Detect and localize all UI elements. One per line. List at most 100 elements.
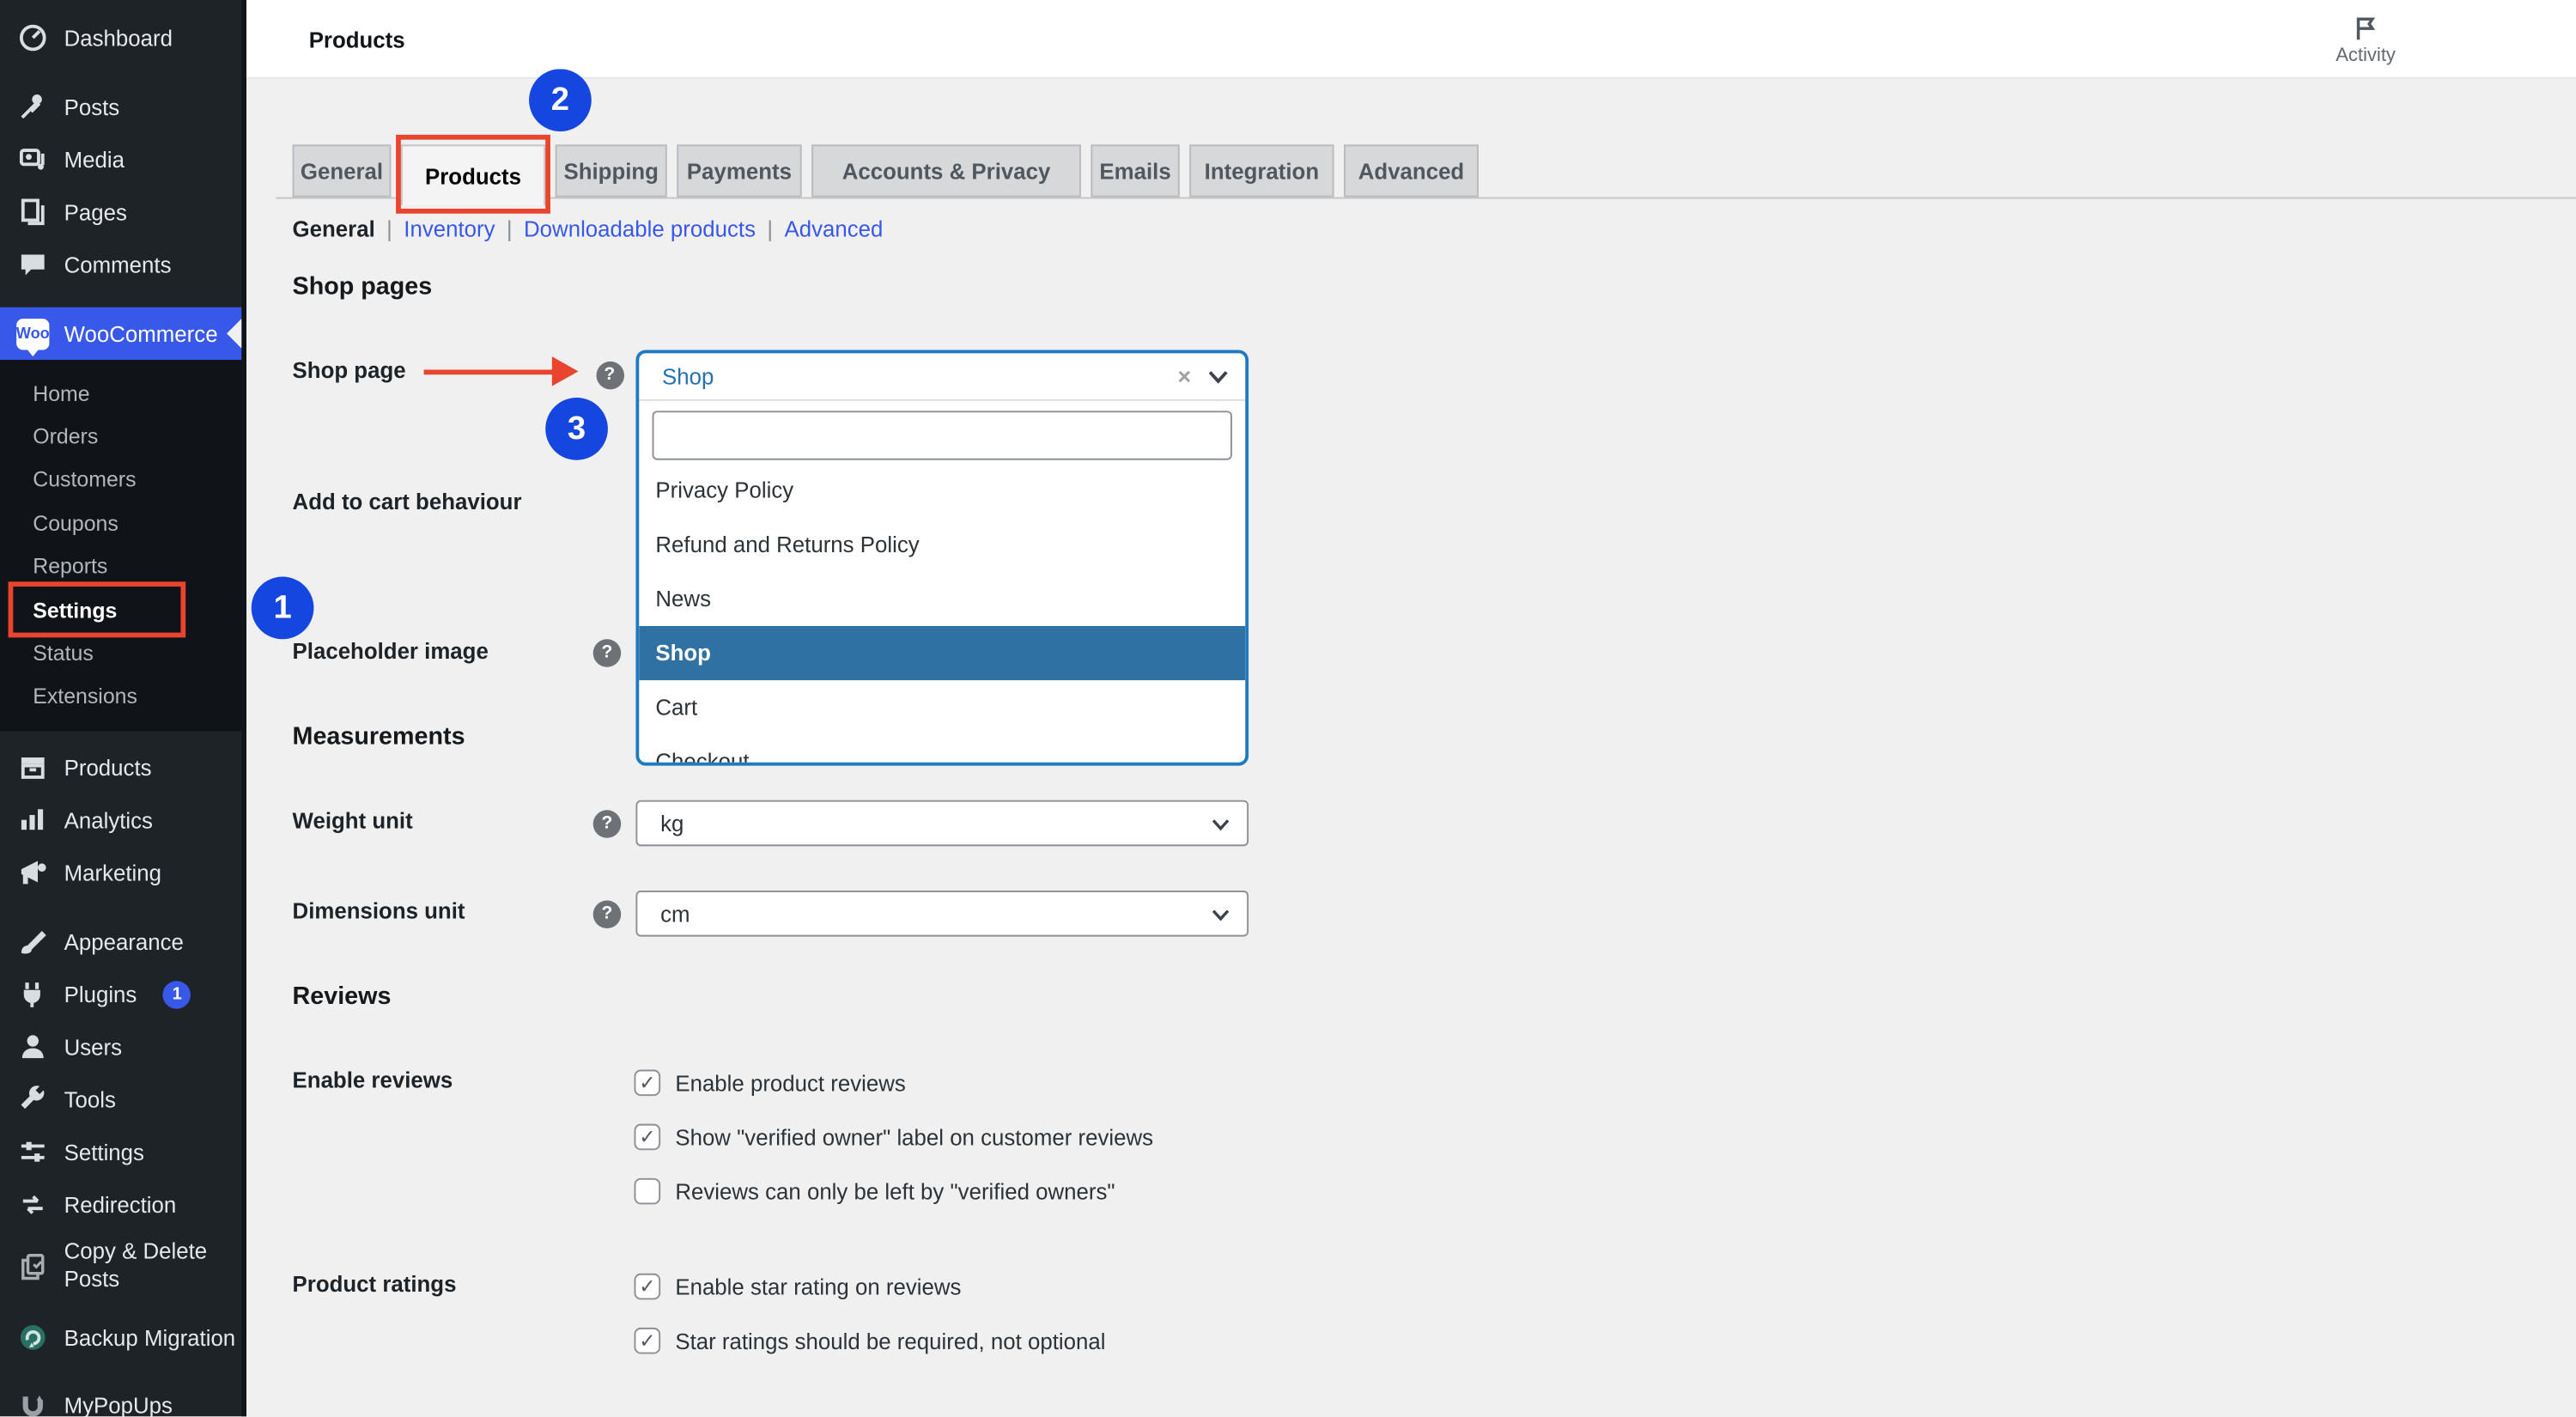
subnav-link-downloadable[interactable]: Downloadable products — [524, 217, 756, 242]
user-icon — [16, 1031, 49, 1063]
placeholder-image-label: Placeholder image — [293, 639, 622, 664]
select2-options-list: Privacy Policy Refund and Returns Policy… — [639, 464, 1245, 766]
sidebar-item-appearance[interactable]: Appearance — [0, 915, 241, 968]
submenu-item-customers[interactable]: Customers — [0, 458, 241, 501]
tab-emails[interactable]: Emails — [1091, 144, 1179, 197]
megaphone-icon — [16, 856, 49, 889]
woocommerce-logo-icon: Woo — [16, 317, 49, 350]
select2-search-input[interactable] — [653, 411, 1232, 459]
weight-unit-select[interactable]: kg — [635, 800, 1249, 847]
annotation-arrow-line — [424, 369, 556, 375]
select2-selected-row[interactable]: Shop × — [639, 353, 1245, 400]
checkbox-row: ✓ Star ratings should be required, not o… — [635, 1328, 1106, 1354]
option-cart[interactable]: Cart — [639, 680, 1245, 734]
dimensions-unit-value: cm — [660, 901, 690, 926]
sidebar-item-label: Settings — [64, 1140, 144, 1165]
subnav-general: General — [293, 217, 375, 242]
sidebar-item-users[interactable]: Users — [0, 1020, 241, 1073]
subnav-link-advanced[interactable]: Advanced — [784, 217, 883, 242]
measurements-heading: Measurements — [293, 723, 465, 751]
select2-selected-value: Shop — [662, 364, 714, 389]
wrench-icon — [16, 1083, 49, 1116]
sidebar-item-tools[interactable]: Tools — [0, 1073, 241, 1126]
submenu-item-coupons[interactable]: Coupons — [0, 502, 241, 544]
tab-general[interactable]: General — [293, 144, 392, 197]
sidebar-item-products[interactable]: Products — [0, 741, 241, 794]
option-refund-returns-policy[interactable]: Refund and Returns Policy — [639, 518, 1245, 572]
help-tip-icon[interactable]: ? — [593, 638, 622, 666]
verified-owners-only-checkbox[interactable]: ✓ — [635, 1178, 661, 1205]
copy-document-icon — [16, 1250, 49, 1283]
submenu-item-settings[interactable]: Settings — [0, 588, 241, 631]
help-tip-icon[interactable]: ? — [596, 361, 624, 389]
settings-content: General Products Shipping Payments Accou… — [246, 79, 2576, 1417]
sidebar-item-plugins[interactable]: Plugins 1 — [0, 968, 241, 1020]
enable-product-reviews-checkbox[interactable]: ✓ — [635, 1070, 661, 1097]
dashboard-icon — [16, 21, 49, 54]
tab-accounts-privacy[interactable]: Accounts & Privacy — [811, 144, 1081, 197]
submenu-item-status[interactable]: Status — [0, 631, 241, 674]
tab-products[interactable]: Products — [401, 144, 545, 205]
sidebar-item-marketing[interactable]: Marketing — [0, 847, 241, 899]
sidebar-item-label: Copy & Delete Posts — [64, 1239, 212, 1295]
sidebar-item-analytics[interactable]: Analytics — [0, 794, 241, 846]
annotation-arrow-head — [552, 356, 579, 386]
chevron-down-icon[interactable] — [1207, 369, 1229, 384]
submenu-item-orders[interactable]: Orders — [0, 415, 241, 458]
checkbox-row: ✓ Reviews can only be left by "verified … — [635, 1178, 1115, 1205]
sidebar-item-redirection[interactable]: Redirection — [0, 1178, 241, 1231]
sidebar-item-copy-delete-posts[interactable]: Copy & Delete Posts — [0, 1231, 241, 1303]
sidebar-item-woocommerce[interactable]: Woo WooCommerce — [0, 307, 241, 360]
option-checkout[interactable]: Checkout — [639, 734, 1245, 765]
tab-payments[interactable]: Payments — [677, 144, 801, 197]
annotation-step-3-badge: 3 — [545, 398, 608, 460]
subnav-link-inventory[interactable]: Inventory — [404, 217, 495, 242]
sidebar-item-label: WooCommerce — [64, 321, 218, 346]
plugins-update-count-badge: 1 — [163, 981, 191, 1009]
option-news[interactable]: News — [639, 572, 1245, 626]
mypopups-u-icon — [16, 1389, 49, 1417]
shop-pages-heading: Shop pages — [293, 273, 433, 301]
weight-unit-value: kg — [660, 811, 683, 836]
sidebar-item-backup-migration[interactable]: Backup Migration — [0, 1311, 241, 1364]
tab-advanced[interactable]: Advanced — [1344, 144, 1479, 197]
submenu-item-extensions[interactable]: Extensions — [0, 675, 241, 718]
verified-owner-label-checkbox[interactable]: ✓ — [635, 1124, 661, 1151]
tab-shipping[interactable]: Shipping — [556, 144, 667, 197]
clear-selection-icon[interactable]: × — [1177, 363, 1191, 390]
sidebar-item-pages[interactable]: Pages — [0, 185, 241, 238]
sidebar-item-label: Posts — [64, 94, 120, 119]
woocommerce-settings-page: Dashboard Posts Media Pages Comments — [0, 0, 2576, 1417]
redirect-arrows-icon — [16, 1189, 49, 1221]
checkbox-row: ✓ Show "verified owner" label on custome… — [635, 1124, 1154, 1151]
tab-integration[interactable]: Integration — [1189, 144, 1334, 197]
add-to-cart-behaviour-label: Add to cart behaviour — [293, 490, 622, 514]
enable-star-rating-checkbox[interactable]: ✓ — [635, 1274, 661, 1300]
submenu-item-home[interactable]: Home — [0, 371, 241, 414]
activity-button[interactable]: Activity — [2300, 9, 2432, 65]
sidebar-item-posts[interactable]: Posts — [0, 81, 241, 133]
sidebar-item-label: Appearance — [64, 929, 184, 954]
sidebar-item-comments[interactable]: Comments — [0, 238, 241, 290]
annotation-step-1-badge: 1 — [252, 577, 314, 640]
help-tip-icon[interactable]: ? — [593, 809, 622, 837]
comment-bubble-icon — [16, 248, 49, 281]
page-title: Products — [309, 0, 405, 79]
submenu-item-reports[interactable]: Reports — [0, 544, 241, 587]
option-privacy-policy[interactable]: Privacy Policy — [639, 464, 1245, 518]
woocommerce-submenu: Home Orders Customers Coupons Reports Se… — [0, 360, 241, 732]
star-rating-required-checkbox[interactable]: ✓ — [635, 1328, 661, 1354]
option-shop-highlighted[interactable]: Shop — [639, 626, 1245, 680]
help-tip-icon[interactable]: ? — [593, 900, 622, 928]
pushpin-icon — [16, 90, 49, 123]
sidebar-item-label: Plugins — [64, 982, 137, 1006]
bar-chart-icon — [16, 804, 49, 836]
sidebar-item-dashboard[interactable]: Dashboard — [0, 11, 241, 64]
sidebar-item-media[interactable]: Media — [0, 133, 241, 185]
checkbox-row: ✓ Enable product reviews — [635, 1070, 906, 1097]
dimensions-unit-select[interactable]: cm — [635, 891, 1249, 937]
sidebar-item-settings[interactable]: Settings — [0, 1126, 241, 1178]
media-icon — [16, 143, 49, 175]
sidebar-item-mypopups[interactable]: MyPopUps — [0, 1378, 241, 1417]
chevron-down-icon — [1211, 811, 1230, 836]
